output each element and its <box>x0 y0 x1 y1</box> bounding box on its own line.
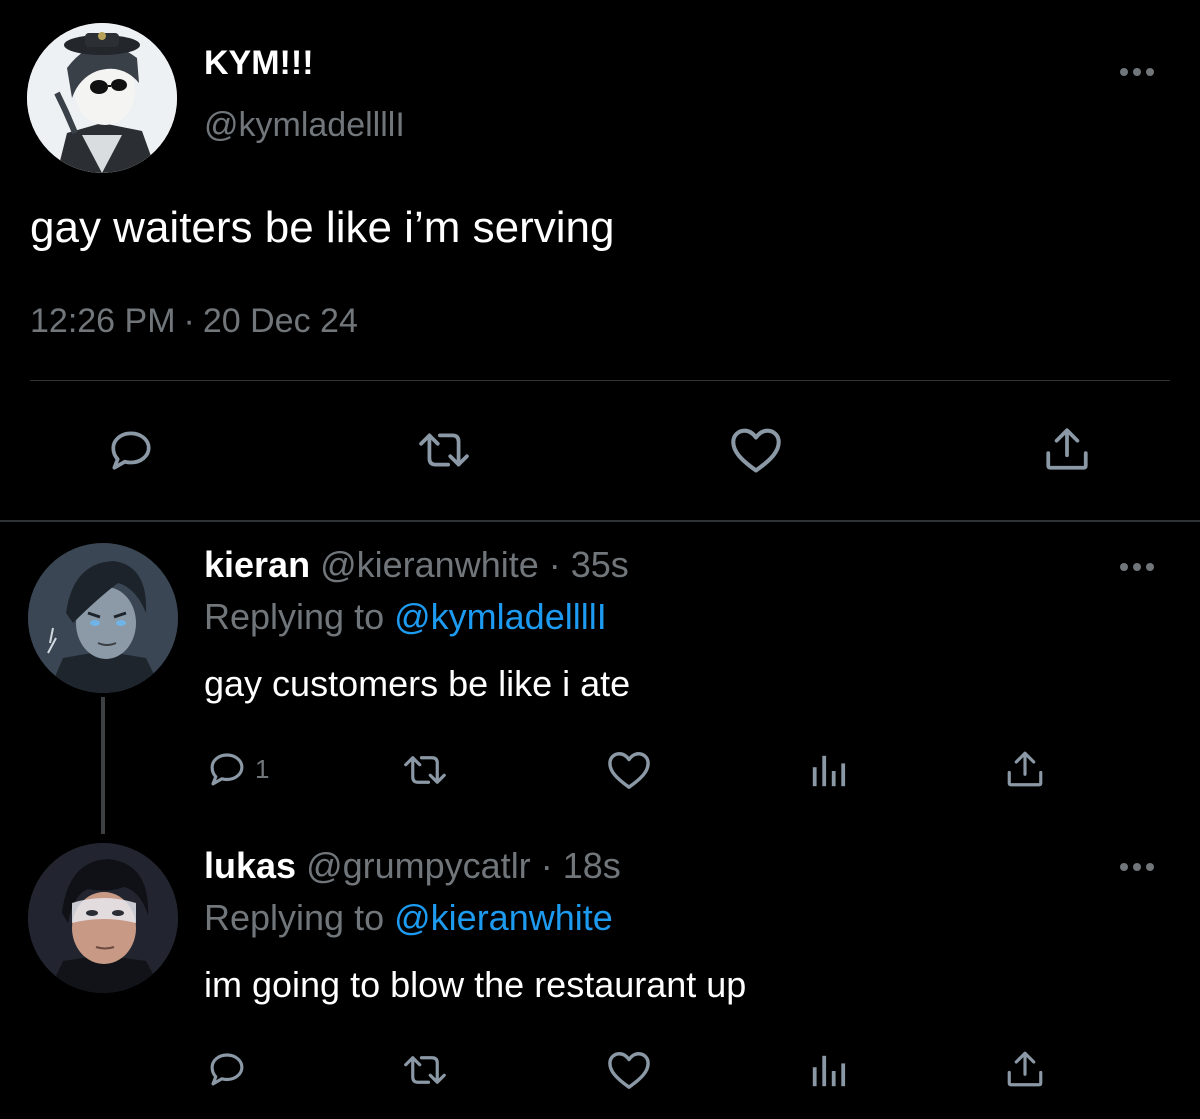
share-button[interactable] <box>1004 1048 1046 1090</box>
replying-to-line: Replying to @kieranwhite <box>204 897 613 939</box>
tweet-text: gay waiters be like i’m serving <box>30 203 615 252</box>
retweet-icon <box>404 1056 446 1084</box>
retweet-icon <box>419 433 469 467</box>
tweet-timestamp[interactable]: 12:26 PM · 20 Dec 24 <box>30 302 358 341</box>
header-separator: · <box>540 845 553 886</box>
reply-icon <box>210 753 244 786</box>
reply-avatar[interactable] <box>28 843 178 993</box>
retweet-button[interactable] <box>412 425 476 475</box>
like-button[interactable] <box>606 1049 652 1091</box>
avatar-illustration <box>28 843 178 993</box>
tweet-divider <box>0 520 1200 522</box>
tweet-time: 12:26 PM <box>30 302 176 340</box>
reply-age[interactable]: 35s <box>571 544 629 585</box>
more-options-icon[interactable] <box>1118 857 1158 877</box>
reply-age[interactable]: 18s <box>563 845 621 886</box>
like-icon <box>608 1052 650 1089</box>
reply-icon <box>210 1053 244 1086</box>
views-icon <box>812 755 846 787</box>
reply-button[interactable] <box>105 425 157 475</box>
reply-header: kieran @kieranwhite · 35s <box>204 544 629 586</box>
like-icon <box>608 752 650 789</box>
reply-count: 1 <box>255 753 270 784</box>
views-button[interactable] <box>808 1052 848 1090</box>
reply-author-handle[interactable]: @kieranwhite <box>320 544 539 585</box>
share-icon <box>1046 428 1088 470</box>
retweet-button[interactable] <box>397 749 453 791</box>
like-button[interactable] <box>728 425 784 475</box>
reply-author-handle[interactable]: @grumpycatlr <box>306 845 531 886</box>
timestamp-separator: · <box>183 302 195 340</box>
author-name[interactable]: KYM!!! <box>204 44 314 83</box>
main-tweet: KYM!!! @kymladellllI gay waiters be like… <box>0 0 1200 520</box>
replying-to-mention[interactable]: @kieranwhite <box>394 897 613 938</box>
action-divider <box>30 380 1170 381</box>
reply-avatar[interactable] <box>28 543 178 693</box>
reply-author-name[interactable]: kieran <box>204 544 310 585</box>
reply-icon <box>111 431 151 470</box>
share-icon <box>1007 1051 1043 1087</box>
views-button[interactable] <box>808 752 848 790</box>
replying-to-mention[interactable]: @kymladellllI <box>394 596 607 637</box>
retweet-icon <box>404 756 446 784</box>
header-separator: · <box>548 544 561 585</box>
more-options-icon[interactable] <box>1118 62 1158 82</box>
views-icon <box>812 1055 846 1087</box>
author-handle[interactable]: @kymladellllI <box>204 106 405 145</box>
replying-to-label: Replying to <box>204 596 385 637</box>
replying-to-line: Replying to @kymladellllI <box>204 596 607 638</box>
reply-button[interactable] <box>205 1048 249 1090</box>
share-button[interactable] <box>1004 748 1046 790</box>
share-button[interactable] <box>1042 423 1092 475</box>
reply-text: im going to blow the restaurant up <box>204 964 747 1005</box>
share-icon <box>1007 751 1043 787</box>
tweet-date: 20 Dec 24 <box>202 302 358 340</box>
like-button[interactable] <box>606 749 652 791</box>
replying-to-label: Replying to <box>204 897 385 938</box>
like-icon <box>731 428 781 473</box>
retweet-button[interactable] <box>397 1049 453 1091</box>
avatar-illustration <box>28 543 178 693</box>
reply-author-name[interactable]: lukas <box>204 845 296 886</box>
reply-header: lukas @grumpycatlr · 18s <box>204 845 621 887</box>
reply-button[interactable]: 1 <box>205 748 269 790</box>
more-options-icon[interactable] <box>1118 557 1158 577</box>
thread-line <box>101 697 105 834</box>
avatar-illustration <box>27 23 177 173</box>
author-avatar[interactable] <box>27 23 177 173</box>
reply-text: gay customers be like i ate <box>204 663 631 704</box>
